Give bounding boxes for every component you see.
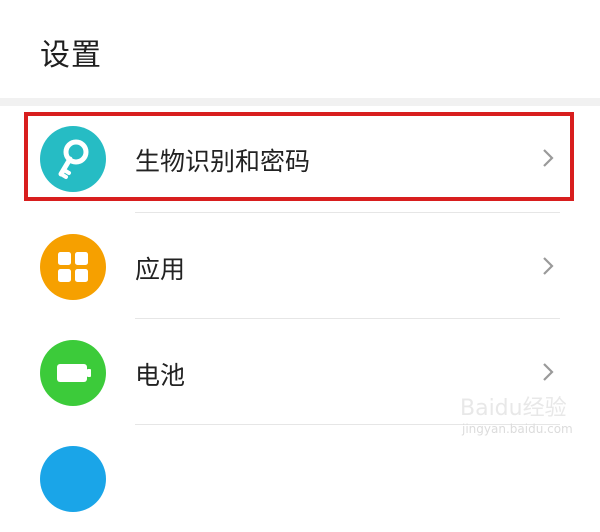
settings-item-label: 应用 <box>135 255 186 284</box>
chevron-right-icon <box>543 257 554 275</box>
settings-item-label: 电池 <box>135 361 186 390</box>
settings-item-partial[interactable] <box>0 426 600 532</box>
settings-header: 设置 <box>0 0 600 98</box>
list-divider <box>135 212 560 213</box>
watermark: Baidu经验 <box>460 396 567 421</box>
page-title: 设置 <box>40 38 102 73</box>
partial-item-icon <box>40 446 106 512</box>
settings-item-apps[interactable]: 应用 <box>0 214 600 320</box>
highlight-box <box>24 112 574 201</box>
list-divider <box>135 318 560 319</box>
watermark-url: jingyan.baidu.com <box>462 422 573 436</box>
chevron-right-icon <box>543 363 554 381</box>
section-separator <box>0 98 600 106</box>
battery-icon <box>40 340 106 406</box>
apps-grid-icon <box>40 234 106 300</box>
